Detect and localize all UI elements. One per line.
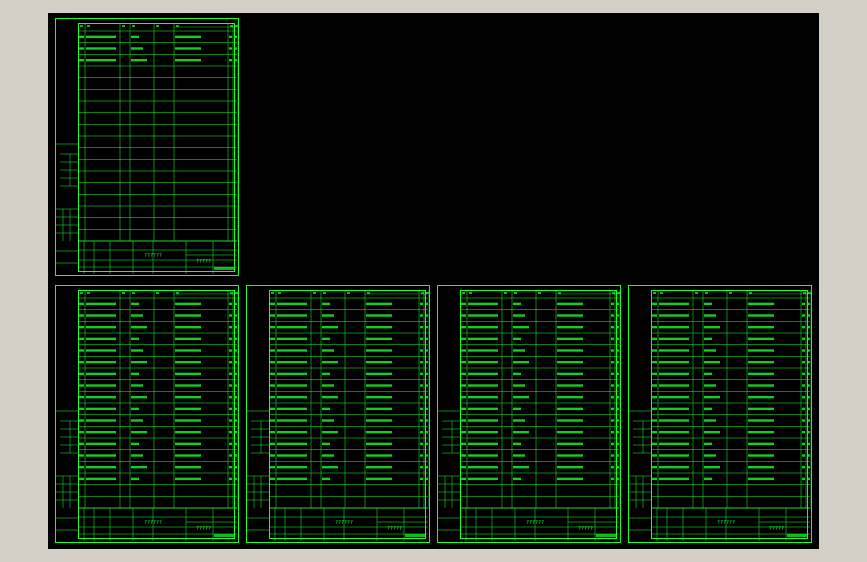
drawing-sheet-2: ?????? ????? — [55, 285, 239, 543]
stamp-code: ?????? — [335, 520, 354, 526]
drawing-sheet-5: ?????? ????? — [628, 285, 812, 543]
sheet-table-svg — [629, 290, 811, 541]
stamp-code: ?????? — [526, 520, 545, 526]
sheet-table-svg — [247, 290, 429, 541]
stamp-title: ????? — [196, 526, 212, 532]
stamp-code: ?????? — [144, 253, 163, 259]
stamp-title: ????? — [578, 526, 594, 532]
cad-drawing-canvas[interactable]: ?????? ????? ?????? ????? ?????? ????? ?… — [48, 13, 819, 549]
stamp-code: ?????? — [144, 520, 163, 526]
drawing-sheet-4: ?????? ????? — [437, 285, 621, 543]
stamp-code: ?????? — [717, 520, 736, 526]
sheet-table-svg — [56, 23, 238, 274]
stamp-title: ????? — [196, 259, 212, 265]
sheet-table-svg — [438, 290, 620, 541]
sheet-table-svg — [56, 290, 238, 541]
drawing-sheet-3: ?????? ????? — [246, 285, 430, 543]
stamp-title: ????? — [387, 526, 403, 532]
drawing-sheet-1: ?????? ????? — [55, 18, 239, 276]
stamp-title: ????? — [769, 526, 785, 532]
